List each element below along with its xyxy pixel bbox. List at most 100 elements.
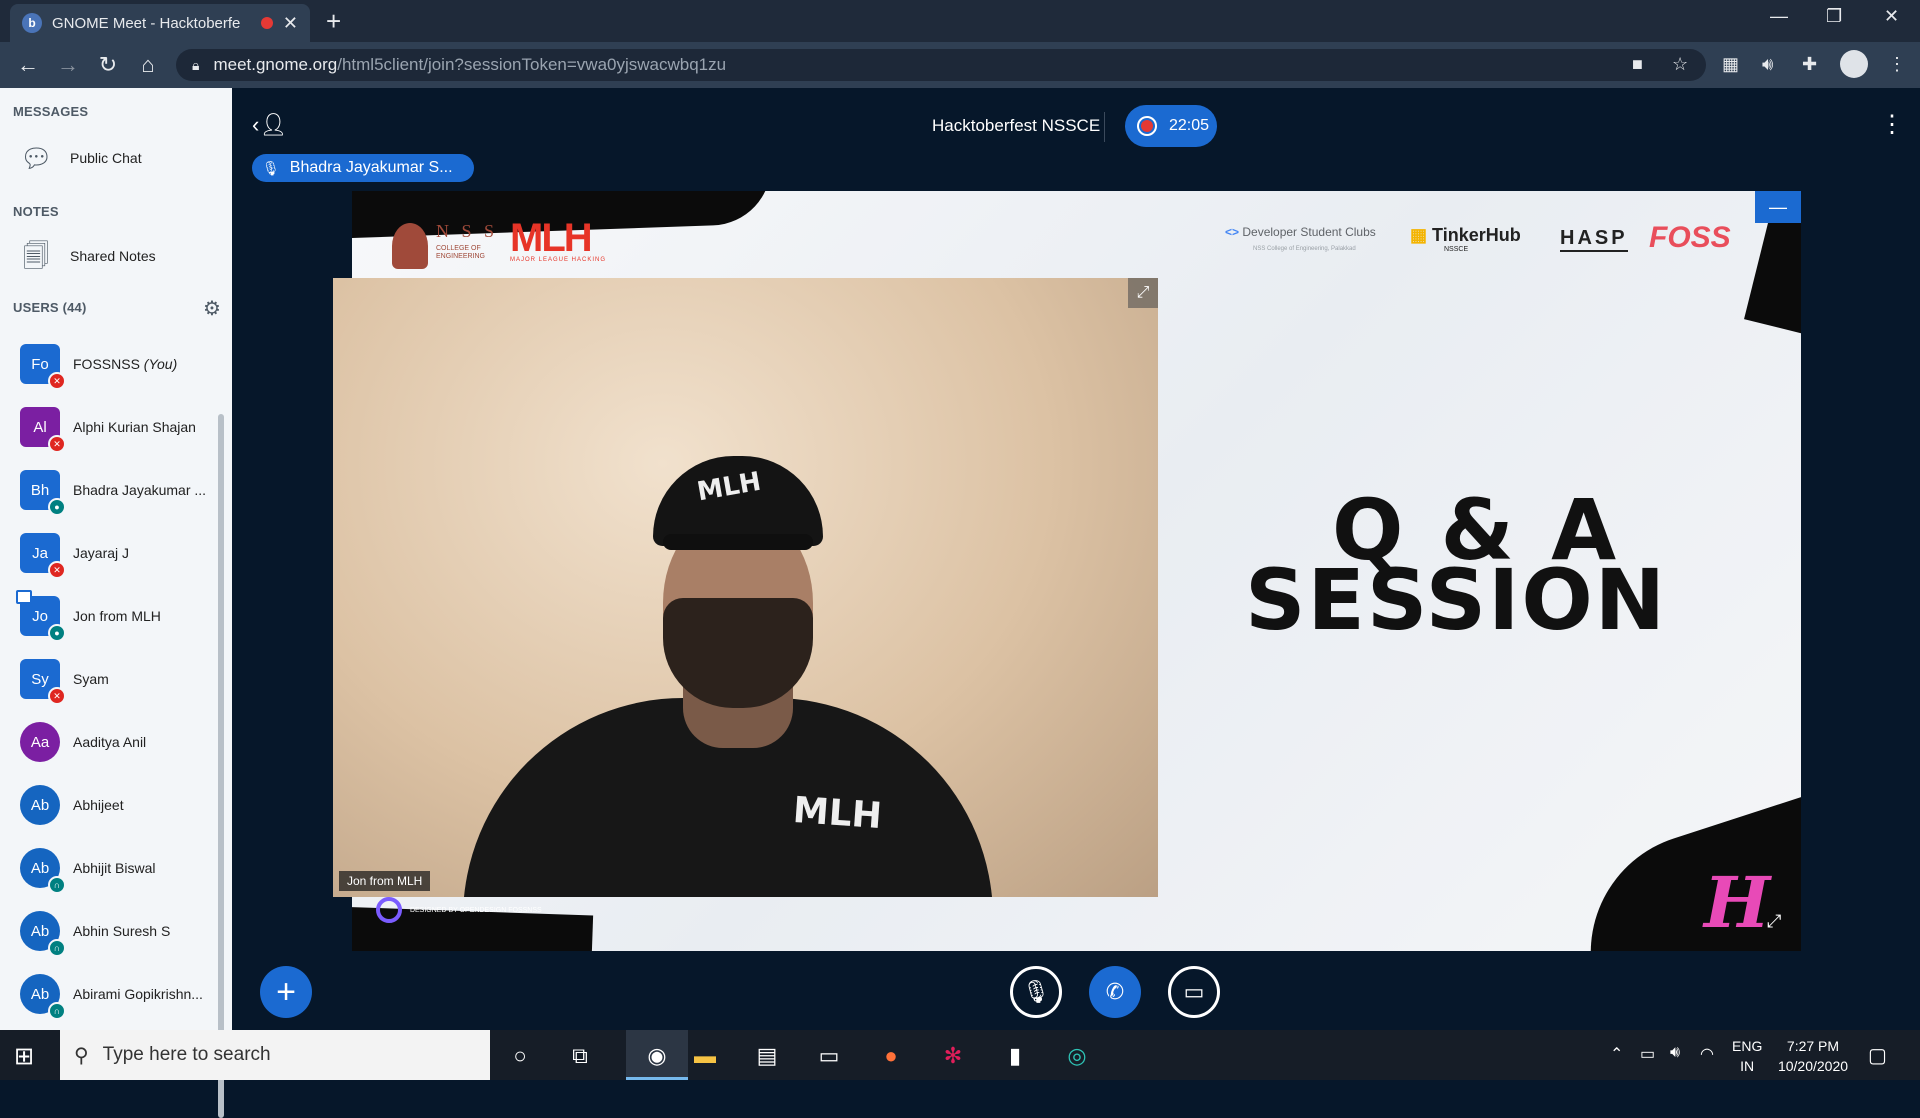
user-name: Jon from MLH [73, 608, 161, 624]
webcam-video[interactable]: MLH MLH ⤢ Jon from MLH [333, 278, 1158, 897]
close-tab-icon[interactable]: ✕ [283, 13, 298, 34]
header-divider [1104, 112, 1105, 142]
list-item[interactable]: Ab ∩ Abhin Suresh S [20, 907, 220, 957]
list-item[interactable]: Sy ✕ Syam [20, 655, 220, 705]
windows-start-icon[interactable]: ⊞ [14, 1042, 34, 1071]
headphones-icon: ∩ [48, 939, 66, 957]
volume-icon[interactable]: 🔊︎ [1670, 1044, 1680, 1062]
user-list-panel: MESSAGES 💬︎ Public Chat NOTES 🗐︎ Shared … [0, 88, 232, 1118]
share-webcam-button[interactable]: ▭ [1168, 966, 1220, 1018]
address-bar[interactable]: 🔒︎ meet.gnome.org /html5client/join?sess… [176, 49, 1706, 81]
taskbar-search-input[interactable]: ⚲ Type here to search [60, 1030, 490, 1080]
mlh-logo: MLH MAJOR LEAGUE HACKING [510, 218, 606, 265]
document-app-icon[interactable]: ▤ [751, 1040, 783, 1072]
reload-button[interactable]: ↻ [94, 52, 122, 78]
user-list-scrollbar[interactable] [218, 414, 224, 1118]
actions-plus-button[interactable]: + [260, 966, 312, 1018]
list-item[interactable]: Bh ● Bhadra Jayakumar ... [20, 466, 220, 516]
avatar-initials: Ab [30, 796, 50, 814]
options-menu-icon[interactable]: ⋮ [1880, 110, 1904, 139]
meeting-title: Hacktoberfest NSSCE [932, 116, 1101, 135]
back-button[interactable]: ← [14, 52, 42, 78]
public-chat-label: Public Chat [70, 150, 142, 166]
dsc-brackets-icon: <> [1225, 225, 1240, 239]
gear-icon[interactable]: ⚙ [203, 296, 221, 321]
avatar: Fo ✕ [20, 344, 66, 390]
extension-grid-icon[interactable]: ▦ [1722, 54, 1739, 75]
toggle-user-list-icon[interactable]: ‹👤︎ [252, 112, 287, 138]
nss-logo-text: N S S [436, 221, 499, 241]
list-item[interactable]: Fo ✕ FOSSNSS (You) [20, 340, 220, 390]
browser-tab[interactable]: b GNOME Meet - Hacktoberfe ✕ [10, 4, 310, 42]
list-item[interactable]: Aa Aaditya Anil [20, 718, 220, 766]
chevron-up-icon[interactable]: ⌃ [1610, 1044, 1623, 1064]
you-label: (You) [143, 356, 178, 372]
list-item[interactable]: Ab ∩ Abhijit Biswal [20, 844, 220, 894]
recording-time: 22:05 [1169, 117, 1210, 134]
minimize-window-button[interactable]: — [1770, 6, 1788, 27]
recording-button[interactable]: 22:05 [1125, 105, 1217, 147]
minimize-presentation-button[interactable]: — [1755, 191, 1801, 223]
recording-icon [1137, 116, 1157, 136]
leave-audio-button[interactable]: ✆ [1089, 966, 1141, 1018]
talking-indicator[interactable]: 🎙︎ Bhadra Jayakumar S... [252, 154, 474, 182]
foss-logo: FOSS [1649, 221, 1731, 254]
avatar-initials: Jo [32, 607, 48, 625]
slide-heading-session: SESSION [1245, 551, 1668, 649]
lock-icon: 🔒︎ [192, 56, 200, 73]
slide-footer-text: DESIGNED BY OPENDESIGN FOSSNSS [409, 906, 542, 914]
network-icon[interactable]: ◠ [1700, 1044, 1714, 1064]
dsc-logo: <> Developer Student Clubs NSS College o… [1225, 225, 1376, 253]
microphone-icon: ● [48, 624, 66, 642]
edge-icon[interactable]: ◎ [1061, 1040, 1093, 1072]
list-item[interactable]: Ab ∩ Abirami Gopikrishn... [20, 970, 220, 1020]
list-item[interactable]: Ja ✕ Jayaraj J [20, 529, 220, 579]
list-item[interactable]: Ab Abhijeet [20, 781, 220, 829]
avatar: Bh ● [20, 470, 66, 516]
avatar-initials: Ab [30, 859, 50, 877]
list-item[interactable]: Al ✕ Alphi Kurian Shajan [20, 403, 220, 453]
expand-video-icon[interactable]: ⤢ [1128, 278, 1158, 308]
chrome-icon[interactable]: ◉ [641, 1040, 673, 1072]
notifications-icon[interactable]: ▢ [1868, 1043, 1887, 1068]
extensions-puzzle-icon[interactable]: ✚ [1802, 54, 1817, 75]
avatar-initials: Ab [30, 985, 50, 1003]
taskbar-clock[interactable]: 7:27 PM 10/20/2020 [1772, 1036, 1854, 1076]
avatar: Jo ● [16, 590, 66, 642]
headphones-icon: ∩ [48, 1002, 66, 1020]
chat-icon: 💬︎ [20, 143, 54, 173]
new-tab-button[interactable]: + [326, 6, 341, 37]
avatar: Ab [20, 785, 60, 825]
cortana-icon[interactable]: ○ [504, 1040, 536, 1072]
mute-microphone-button[interactable]: 🎙︎ [1010, 966, 1062, 1018]
muted-mic-icon: ✕ [48, 561, 66, 579]
close-window-button[interactable]: ✕ [1884, 6, 1899, 27]
file-explorer-icon[interactable]: ▬ [689, 1040, 721, 1072]
command-prompt-icon[interactable]: ▮ [999, 1040, 1031, 1072]
shared-notes-item[interactable]: 🗐︎ Shared Notes [20, 240, 156, 272]
person-cap-brim [663, 534, 813, 550]
audio-extension-icon[interactable]: 🔊︎ [1762, 54, 1773, 75]
avatar-initials: Bh [30, 481, 50, 499]
forward-button[interactable]: → [54, 52, 82, 78]
terminal-window-icon[interactable]: ▭ [813, 1040, 845, 1072]
fullscreen-icon[interactable]: ⤢ [1767, 911, 1781, 932]
list-item[interactable]: Jo ● Jon from MLH [16, 590, 220, 642]
camera-permission-icon[interactable]: ■ [1632, 54, 1643, 75]
task-view-icon[interactable]: ⧉ [564, 1040, 596, 1072]
bookmark-star-icon[interactable]: ☆ [1672, 54, 1688, 75]
home-button[interactable]: ⌂ [134, 52, 162, 78]
profile-avatar[interactable] [1840, 50, 1868, 78]
avatar: Aa [20, 722, 60, 762]
language-indicator[interactable]: ENG IN [1732, 1036, 1762, 1076]
recording-icon [260, 17, 273, 29]
firefox-icon[interactable]: ● [875, 1040, 907, 1072]
battery-icon[interactable]: ▭ [1640, 1044, 1655, 1064]
slack-icon[interactable]: ✻ [937, 1040, 969, 1072]
restore-window-button[interactable]: ❐ [1826, 6, 1842, 27]
public-chat-item[interactable]: 💬︎ Public Chat [20, 142, 142, 174]
user-name: FOSSNSS (You) [73, 356, 220, 372]
microphone-icon: 🎙︎ [262, 159, 280, 176]
muted-mic-icon: ✕ [48, 372, 66, 390]
browser-menu-icon[interactable]: ⋮ [1888, 54, 1906, 75]
